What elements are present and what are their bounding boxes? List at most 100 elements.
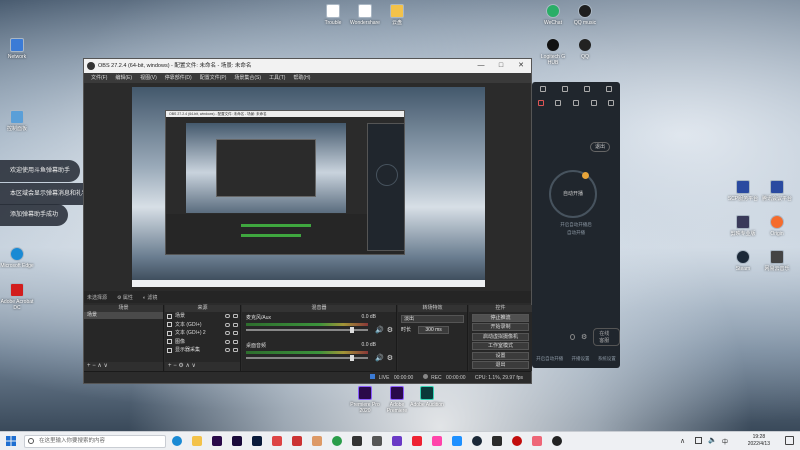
windows-start-icon[interactable] bbox=[6, 436, 16, 446]
gear-icon[interactable]: ⚙ bbox=[387, 326, 393, 334]
notification-center-icon[interactable] bbox=[785, 436, 794, 445]
lock-icon[interactable] bbox=[233, 331, 238, 335]
eye-icon[interactable] bbox=[225, 322, 230, 327]
move-up-icon[interactable]: ∧ bbox=[97, 363, 101, 369]
tray-up-icon[interactable]: ∧ bbox=[680, 437, 685, 445]
close-button[interactable]: ✕ bbox=[511, 59, 531, 73]
desktop-icon-right-3[interactable]: 剪映专业版 bbox=[726, 215, 760, 237]
bottom-item[interactable]: 开启自动开播 bbox=[536, 356, 563, 362]
gift-icon[interactable] bbox=[537, 100, 544, 106]
minimize-button[interactable]: — bbox=[471, 59, 491, 73]
volume-fader[interactable] bbox=[246, 355, 368, 361]
desktop-icon-logitech[interactable]: Logitech G HUB bbox=[536, 38, 570, 66]
gear-icon[interactable]: ⚙ bbox=[581, 333, 587, 341]
premiere-icon[interactable] bbox=[212, 436, 222, 446]
lock-icon[interactable] bbox=[233, 322, 238, 327]
bottom-item[interactable]: 开播设置 bbox=[571, 356, 589, 362]
app-icon[interactable] bbox=[432, 436, 442, 446]
fader-knob[interactable] bbox=[349, 327, 354, 333]
app-icon[interactable] bbox=[352, 436, 362, 446]
desktop-icon-top-2[interactable]: Wondershare bbox=[348, 4, 382, 26]
maximize-button[interactable]: □ bbox=[491, 59, 511, 73]
desktop-icon-right-2[interactable]: 腾讯会议平台 bbox=[760, 180, 794, 202]
eye-icon[interactable] bbox=[225, 348, 230, 352]
app-icon[interactable] bbox=[492, 436, 502, 446]
menu-file[interactable]: 文件(F) bbox=[87, 73, 111, 83]
app-icon[interactable] bbox=[272, 436, 282, 446]
desktop-icon-netease[interactable]: 网易云音乐 bbox=[760, 250, 794, 272]
menu-edit[interactable]: 编辑(E) bbox=[111, 73, 136, 83]
panel-icon[interactable] bbox=[540, 86, 546, 92]
move-down-icon[interactable]: ∨ bbox=[103, 363, 107, 369]
panel-icon[interactable] bbox=[606, 86, 612, 92]
panel-icon[interactable] bbox=[555, 100, 562, 106]
taskbar-search-input[interactable]: 在这里输入你要搜索的内容 bbox=[24, 435, 166, 448]
speaker-icon[interactable]: 🔊 bbox=[375, 354, 384, 362]
desktop-icon-origin[interactable]: Origin bbox=[760, 215, 794, 237]
lock-icon[interactable] bbox=[233, 314, 238, 318]
speaker-icon[interactable]: 🔊 bbox=[375, 326, 384, 334]
photoshop-icon[interactable] bbox=[252, 436, 262, 446]
stop-streaming-button[interactable]: 停止推流 bbox=[472, 313, 529, 322]
panel-icon[interactable] bbox=[584, 86, 590, 92]
desktop-icon-qq[interactable]: QQ bbox=[568, 38, 602, 60]
app-icon[interactable] bbox=[312, 436, 322, 446]
help-icon[interactable] bbox=[570, 334, 575, 340]
volume-tray-icon[interactable]: 🔈 bbox=[708, 436, 717, 444]
desktop-icon-steam[interactable]: Steam bbox=[726, 250, 760, 272]
panel-icon[interactable] bbox=[572, 100, 579, 106]
app-icon[interactable] bbox=[292, 436, 302, 446]
desktop-icon-control-panel[interactable]: 控制面板 bbox=[0, 110, 34, 132]
desktop-icon-top-3[interactable]: 云盘 bbox=[380, 4, 414, 26]
menu-profile[interactable]: 配置文件(P) bbox=[196, 73, 231, 83]
network-tray-icon[interactable] bbox=[695, 437, 702, 444]
menu-scene-collection[interactable]: 场景集合(S) bbox=[230, 73, 265, 83]
source-item[interactable]: 场景 bbox=[165, 312, 240, 321]
exit-button[interactable]: 退出 bbox=[472, 361, 529, 369]
desktop-icon-wechat[interactable]: WeChat bbox=[536, 4, 570, 26]
source-item[interactable]: 图像 bbox=[165, 338, 240, 347]
gear-icon[interactable]: ⚙ bbox=[387, 354, 393, 362]
eye-icon[interactable] bbox=[225, 331, 230, 335]
bell-icon[interactable] bbox=[590, 100, 597, 106]
menu-help[interactable]: 帮助(H) bbox=[289, 73, 314, 83]
desktop-icon-acrobat[interactable]: Adobe Acrobat DC bbox=[0, 283, 34, 311]
fader-knob[interactable] bbox=[349, 355, 354, 361]
desktop-icon-premiere-2020[interactable]: Premiere Pro 2020 bbox=[348, 386, 382, 414]
file-explorer-icon[interactable] bbox=[192, 436, 202, 446]
obs-titlebar[interactable]: OBS 27.2.4 (64-bit, windows) - 配置文件: 未命名… bbox=[84, 59, 531, 73]
lock-icon[interactable] bbox=[233, 348, 238, 352]
netease-music-icon[interactable] bbox=[512, 436, 522, 446]
properties-button[interactable]: ⚙ 属性 bbox=[117, 294, 133, 301]
desktop-icon-right-1[interactable]: SCP服务平台 bbox=[726, 180, 760, 202]
source-item[interactable]: 显示器采集 bbox=[165, 346, 240, 355]
add-source-button[interactable]: + bbox=[168, 363, 172, 369]
virtual-camera-button[interactable]: 启动虚拟摄像机 bbox=[472, 332, 529, 341]
scene-item[interactable]: 场景 bbox=[84, 312, 163, 319]
desktop-icon-audition[interactable]: Adobe Audition bbox=[410, 386, 444, 408]
gear-icon[interactable]: ⚙ bbox=[178, 363, 183, 369]
source-item[interactable]: 文本 (GDI+) bbox=[165, 321, 240, 330]
app-icon[interactable] bbox=[392, 436, 402, 446]
chrome-icon[interactable] bbox=[332, 436, 342, 446]
menu-view[interactable]: 视图(V) bbox=[136, 73, 161, 83]
panel-icon[interactable] bbox=[608, 100, 615, 106]
obs-icon[interactable] bbox=[552, 436, 562, 446]
desktop-icon-edge[interactable]: Microsoft Edge bbox=[0, 247, 34, 269]
after-effects-icon[interactable] bbox=[232, 436, 242, 446]
desktop-icon-network[interactable]: Network bbox=[0, 38, 34, 60]
desktop-icon-top-1[interactable]: Trouble bbox=[316, 4, 350, 26]
move-down-icon[interactable]: ∨ bbox=[192, 363, 196, 369]
start-recording-button[interactable]: 开始录制 bbox=[472, 323, 529, 331]
source-item[interactable]: 文本 (GDI+) 2 bbox=[165, 329, 240, 338]
eye-icon[interactable] bbox=[225, 339, 230, 344]
app-icon[interactable] bbox=[452, 436, 462, 446]
filters-button[interactable]: ◐ 滤镜 bbox=[143, 294, 157, 301]
bottom-item[interactable]: 系统设置 bbox=[598, 356, 616, 362]
edge-icon[interactable] bbox=[172, 436, 182, 446]
eye-icon[interactable] bbox=[225, 314, 230, 318]
duration-input[interactable]: 300 ms bbox=[418, 326, 449, 334]
panel-icon[interactable] bbox=[562, 86, 568, 92]
auto-start-button[interactable]: 自动开播 bbox=[549, 170, 597, 218]
app-icon[interactable] bbox=[412, 436, 422, 446]
